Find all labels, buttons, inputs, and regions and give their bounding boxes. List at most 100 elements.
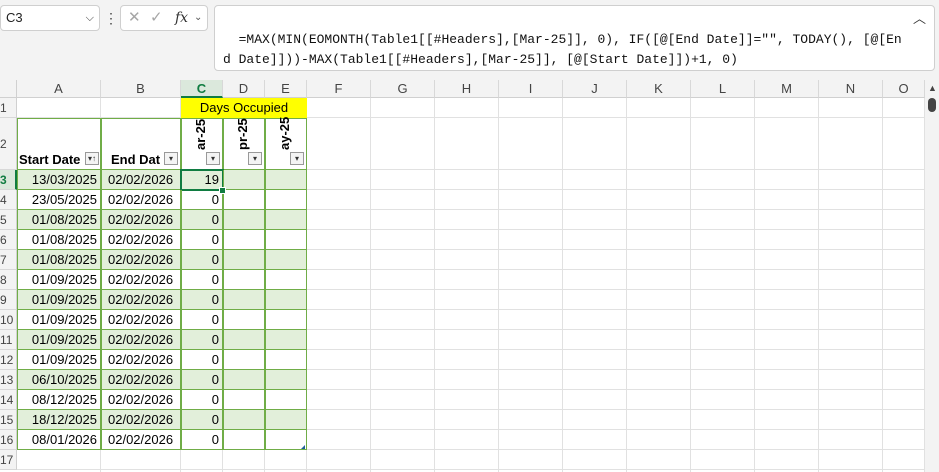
cell-days-may[interactable] — [265, 230, 307, 250]
cell-days-may[interactable] — [265, 250, 307, 270]
column-header-c[interactable]: C — [181, 80, 223, 98]
collapse-formula-bar-icon[interactable]: ︿ — [913, 10, 926, 30]
filter-dropdown-icon[interactable]: ▾ — [290, 152, 304, 165]
cell-days-mar[interactable]: 0 — [181, 270, 223, 290]
column-header-m[interactable]: M — [755, 80, 819, 98]
cell-start-date[interactable]: 01/09/2025 — [17, 330, 101, 350]
cell-start-date[interactable]: 23/05/2025 — [17, 190, 101, 210]
row-header-16[interactable]: 16 — [0, 430, 17, 450]
row-header-12[interactable]: 12 — [0, 350, 17, 370]
cell-start-date[interactable]: 01/08/2025 — [17, 250, 101, 270]
row-header-9[interactable]: 9 — [0, 290, 17, 310]
column-header-f[interactable]: F — [307, 80, 371, 98]
table-resize-handle[interactable] — [301, 445, 305, 449]
row-header-11[interactable]: 11 — [0, 330, 17, 350]
cell-days-may[interactable] — [265, 210, 307, 230]
row-header-2[interactable]: 2 — [0, 118, 17, 170]
cell-days-may[interactable] — [265, 310, 307, 330]
chevron-down-icon[interactable]: ⌄ — [194, 6, 202, 30]
fill-handle[interactable] — [219, 187, 226, 194]
cell-end-date[interactable]: 02/02/2026 — [101, 210, 181, 230]
cell-days-apr[interactable] — [223, 270, 265, 290]
row-header-4[interactable]: 4 — [0, 190, 17, 210]
cell-start-date[interactable]: 01/08/2025 — [17, 230, 101, 250]
scroll-up-icon[interactable]: ▲ — [928, 83, 937, 93]
row-header-5[interactable]: 5 — [0, 210, 17, 230]
cell-days-mar[interactable]: 0 — [181, 350, 223, 370]
cell-days-may[interactable] — [265, 290, 307, 310]
column-header-a[interactable]: A — [17, 80, 101, 98]
cell-start-date[interactable]: 01/09/2025 — [17, 270, 101, 290]
cell-days-mar[interactable]: 0 — [181, 290, 223, 310]
column-header-g[interactable]: G — [371, 80, 435, 98]
cell-days-mar[interactable]: 0 — [181, 410, 223, 430]
cell-start-date[interactable]: 08/01/2026 — [17, 430, 101, 450]
days-occupied-banner[interactable]: Days Occupied — [181, 98, 307, 118]
row-header-3[interactable]: 3 — [0, 170, 17, 190]
cell-days-apr[interactable] — [223, 190, 265, 210]
cell-days-mar[interactable]: 0 — [181, 210, 223, 230]
column-header-n[interactable]: N — [819, 80, 883, 98]
cell-end-date[interactable]: 02/02/2026 — [101, 330, 181, 350]
cell-start-date[interactable]: 08/12/2025 — [17, 390, 101, 410]
cell-days-apr[interactable] — [223, 330, 265, 350]
row-header-1[interactable]: 1 — [0, 98, 17, 118]
row-header-7[interactable]: 7 — [0, 250, 17, 270]
column-header-h[interactable]: H — [435, 80, 499, 98]
column-header-l[interactable]: L — [691, 80, 755, 98]
cell-end-date[interactable]: 02/02/2026 — [101, 310, 181, 330]
cell-start-date[interactable]: 06/10/2025 — [17, 370, 101, 390]
cell-days-mar[interactable]: 19 — [180, 169, 224, 191]
cell-end-date[interactable]: 02/02/2026 — [101, 350, 181, 370]
column-header-i[interactable]: I — [499, 80, 563, 98]
enter-check-icon[interactable]: ✓ — [150, 6, 163, 30]
cell-days-apr[interactable] — [223, 250, 265, 270]
filter-dropdown-icon[interactable]: ▾ — [248, 152, 262, 165]
cell-start-date[interactable]: 18/12/2025 — [17, 410, 101, 430]
column-header-b[interactable]: B — [101, 80, 181, 98]
cell-start-date[interactable]: 01/09/2025 — [17, 310, 101, 330]
cell-days-may[interactable] — [265, 350, 307, 370]
cell-end-date[interactable]: 02/02/2026 — [101, 370, 181, 390]
cell-days-may[interactable] — [265, 370, 307, 390]
cell-end-date[interactable]: 02/02/2026 — [101, 270, 181, 290]
cell-days-may[interactable] — [265, 330, 307, 350]
cell-end-date[interactable]: 02/02/2026 — [101, 390, 181, 410]
cell-start-date[interactable]: 13/03/2025 — [17, 170, 101, 190]
cell-days-may[interactable] — [265, 270, 307, 290]
cell-days-may[interactable] — [265, 410, 307, 430]
filter-dropdown-icon[interactable]: ▾ — [206, 152, 220, 165]
row-header-17[interactable]: 17 — [0, 450, 17, 470]
scrollbar-thumb[interactable] — [928, 98, 936, 112]
cell-days-apr[interactable] — [223, 290, 265, 310]
column-header-o[interactable]: O — [883, 80, 925, 98]
cell-days-apr[interactable] — [223, 410, 265, 430]
cell-days-apr[interactable] — [223, 310, 265, 330]
cell-days-apr[interactable] — [223, 210, 265, 230]
select-all-corner[interactable] — [0, 80, 17, 98]
cancel-icon[interactable]: ✕ — [128, 6, 141, 30]
cell-days-apr[interactable] — [223, 170, 265, 190]
column-header-j[interactable]: J — [563, 80, 627, 98]
cell-days-apr[interactable] — [223, 390, 265, 410]
cell-start-date[interactable]: 01/08/2025 — [17, 210, 101, 230]
cell-days-mar[interactable]: 0 — [181, 190, 223, 210]
cell-days-may[interactable] — [265, 390, 307, 410]
cell-days-may[interactable] — [265, 190, 307, 210]
insert-function-icon[interactable]: fx — [175, 6, 188, 30]
cell-end-date[interactable]: 02/02/2026 — [101, 250, 181, 270]
column-header-d[interactable]: D — [223, 80, 265, 98]
row-header-15[interactable]: 15 — [0, 410, 17, 430]
formula-input[interactable]: =MAX(MIN(EOMONTH(Table1[[#Headers],[Mar-… — [214, 5, 935, 71]
cell-start-date[interactable]: 01/09/2025 — [17, 350, 101, 370]
cell-end-date[interactable]: 02/02/2026 — [101, 170, 181, 190]
chevron-down-icon[interactable]: ⌵ — [86, 6, 94, 30]
cell-days-apr[interactable] — [223, 230, 265, 250]
cell-start-date[interactable]: 01/09/2025 — [17, 290, 101, 310]
cell-days-mar[interactable]: 0 — [181, 370, 223, 390]
cell-days-apr[interactable] — [223, 370, 265, 390]
cell-days-may[interactable] — [265, 170, 307, 190]
row-header-10[interactable]: 10 — [0, 310, 17, 330]
cell-end-date[interactable]: 02/02/2026 — [101, 410, 181, 430]
cell-end-date[interactable]: 02/02/2026 — [101, 430, 181, 450]
